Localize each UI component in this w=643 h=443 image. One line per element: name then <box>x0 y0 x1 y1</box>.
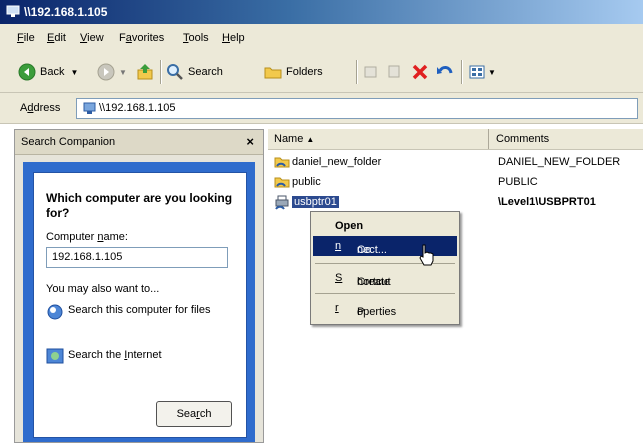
copy-to-icon <box>388 65 400 78</box>
list-item[interactable]: public PUBLIC <box>268 173 643 191</box>
column-divider[interactable] <box>488 129 489 149</box>
menu-favorites[interactable]: Favorites <box>116 32 167 44</box>
menu-file[interactable]: File <box>14 32 38 44</box>
forward-arrow-icon <box>97 63 115 81</box>
up-folder-button[interactable] <box>136 62 154 82</box>
hand-cursor-icon <box>419 244 434 266</box>
search-button[interactable]: Search <box>156 401 232 427</box>
item-comment: DANIEL_NEW_FOLDER <box>498 156 621 168</box>
also-want-text: You may also want to... <box>46 283 160 295</box>
column-comments-header[interactable]: Comments <box>496 133 549 145</box>
close-icon[interactable]: × <box>246 134 254 149</box>
search-internet-icon <box>46 348 64 364</box>
menu-separator <box>315 293 455 294</box>
shared-folder-icon <box>274 177 290 188</box>
views-dropdown-icon[interactable]: ▼ <box>488 68 496 77</box>
toolbar-separator <box>461 60 463 84</box>
views-icon <box>469 65 485 79</box>
menu-item-properties[interactable]: Pr operties <box>313 298 457 318</box>
address-input[interactable]: \\192.168.1.105 <box>76 98 638 119</box>
undo-button[interactable] <box>436 62 454 82</box>
column-name-header[interactable]: Name ▲ <box>274 133 314 145</box>
window-title: \\192.168.1.105 <box>24 5 108 19</box>
menu-help[interactable]: Help <box>219 32 248 44</box>
menu-bar: File Edit View Favorites Tools Help <box>0 24 643 53</box>
list-item-selected[interactable]: usbptr01 \Level1\USBPRT01 <box>268 193 643 211</box>
computer-name-label: Computer name: <box>46 231 128 243</box>
item-name: daniel_new_folder <box>292 156 382 168</box>
network-computer-icon <box>6 5 20 17</box>
back-arrow-icon <box>18 63 36 81</box>
copy-to-button[interactable] <box>385 62 403 82</box>
forward-button[interactable]: ▼ <box>97 62 127 82</box>
search-card: Which computer are you looking for? Comp… <box>33 172 247 438</box>
back-dropdown-icon[interactable]: ▼ <box>70 68 78 77</box>
computer-name-value: 192.168.1.105 <box>52 251 123 263</box>
search-internet-link[interactable]: Search the Internet <box>68 349 162 361</box>
search-computer-icon <box>47 304 63 320</box>
views-button[interactable]: ▼ <box>468 62 496 82</box>
column-header: Name ▲ Comments <box>268 129 643 150</box>
move-to-icon <box>364 66 377 78</box>
menu-view[interactable]: View <box>77 32 107 44</box>
computer-name-input[interactable]: 192.168.1.105 <box>46 247 228 268</box>
menu-edit[interactable]: Edit <box>44 32 69 44</box>
menu-item-create-shortcut[interactable]: Create Shortcut <box>313 268 457 288</box>
shared-folder-icon <box>274 157 290 168</box>
toolbar-separator <box>356 60 358 84</box>
delete-x-icon <box>412 64 428 80</box>
item-name: public <box>292 176 321 188</box>
delete-button[interactable] <box>411 62 429 82</box>
move-to-button[interactable] <box>362 62 380 82</box>
forward-dropdown-icon[interactable]: ▼ <box>119 68 127 77</box>
network-computer-icon <box>83 102 96 114</box>
search-companion-title: Search Companion <box>21 136 116 148</box>
toolbar-separator <box>160 60 162 84</box>
item-comment: PUBLIC <box>498 176 538 188</box>
shared-printer-icon <box>275 195 289 210</box>
list-item[interactable]: daniel_new_folder DANIEL_NEW_FOLDER <box>268 153 643 171</box>
search-computer-link[interactable]: Search this computer for files <box>68 303 218 317</box>
search-button[interactable]: Search <box>166 62 223 82</box>
folders-button[interactable]: Folders <box>264 62 323 82</box>
search-icon <box>167 64 183 80</box>
item-name: usbptr01 <box>292 196 339 208</box>
menu-item-open[interactable]: Open <box>313 216 457 236</box>
search-companion-pane: Search Companion × Which computer are yo… <box>14 129 264 443</box>
search-companion-header: Search Companion × <box>15 130 263 155</box>
up-folder-icon <box>137 64 153 80</box>
undo-icon <box>437 66 453 74</box>
address-bar: Address \\192.168.1.105 <box>0 93 643 124</box>
back-button[interactable]: Back ▼ <box>18 62 78 82</box>
toolbar: Back ▼ ▼ Search Folders ▼ <box>0 52 643 93</box>
address-label: Address <box>20 102 61 114</box>
title-bar: \\192.168.1.105 <box>0 0 643 24</box>
search-question: Which computer are you looking for? <box>46 191 233 220</box>
address-value: \\192.168.1.105 <box>99 102 176 114</box>
context-menu: Open Co n nect... Create Shortcut Pr operti… <box>310 211 460 325</box>
menu-tools[interactable]: Tools <box>180 32 212 44</box>
folders-icon <box>264 67 282 79</box>
item-comment: \Level1\USBPRT01 <box>498 196 596 208</box>
